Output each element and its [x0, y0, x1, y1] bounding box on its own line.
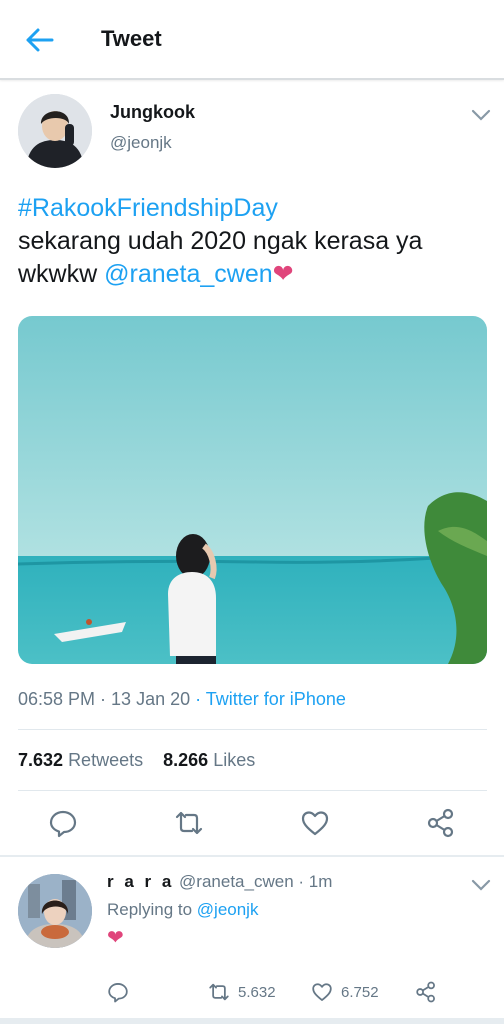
replying-to-label: Replying to [107, 900, 197, 919]
meta-separator: · [293, 872, 309, 891]
reply-age: 1m [308, 872, 333, 891]
hashtag-link[interactable]: #RakookFriendshipDay [18, 194, 278, 222]
divider [18, 729, 487, 730]
retweets-label: Retweets [68, 750, 144, 770]
share-icon[interactable] [426, 808, 456, 838]
retweet-icon[interactable] [174, 808, 204, 838]
chevron-down-icon[interactable] [470, 878, 492, 892]
meta-separator: · [190, 689, 206, 709]
likes-stat[interactable]: 8.266 Likes [163, 750, 255, 770]
likes-count: 8.266 [163, 750, 209, 770]
like-icon[interactable] [300, 808, 330, 838]
tweet-stats: 7.632 Retweets 8.266 Likes [18, 750, 255, 771]
section-divider [0, 855, 504, 857]
tweet-date: 13 Jan 20 [111, 689, 191, 709]
tweet-text-prefix: wkwkw [18, 260, 105, 288]
meta-separator: · [95, 689, 112, 709]
likes-label: Likes [213, 750, 256, 770]
retweets-count: 7.632 [18, 750, 64, 770]
arrow-left-icon[interactable] [22, 26, 56, 54]
reply-author-name[interactable]: r a r a [107, 872, 174, 891]
author-name[interactable]: Jungkook [110, 102, 195, 123]
retweet-icon [209, 983, 229, 1001]
reply-icon[interactable] [48, 808, 78, 838]
reply-avatar[interactable] [18, 874, 92, 948]
reply-header: r a r a @raneta_cwen · 1m [107, 872, 332, 892]
reply-reply-button[interactable] [107, 980, 129, 1004]
tweet-text: #RakookFriendshipDay sekarang udah 2020 … [18, 192, 488, 291]
replying-to-link[interactable]: @jeonjk [197, 900, 259, 919]
divider [18, 790, 487, 791]
reply-author-handle[interactable]: @raneta_cwen [179, 872, 294, 891]
chevron-down-icon[interactable] [470, 108, 492, 122]
reply-retweet-button[interactable]: 5.632 [208, 980, 276, 1004]
share-icon [416, 981, 435, 1003]
mention-link[interactable]: @raneta_cwen [104, 260, 273, 288]
author-avatar[interactable] [18, 94, 92, 168]
section-divider [0, 1018, 504, 1024]
reply-retweet-count: 5.632 [238, 983, 276, 1001]
tweet-source-link[interactable]: Twitter for iPhone [206, 689, 346, 709]
heart-emoji: ❤ [272, 260, 294, 288]
reply-like-count: 6.752 [341, 983, 379, 1001]
like-icon [312, 983, 332, 1001]
top-bar: Tweet [0, 0, 504, 80]
reply-icon [108, 983, 128, 1003]
tweet-photo[interactable] [18, 316, 487, 664]
replying-to: Replying to @jeonjk [107, 900, 258, 920]
tweet-text-line: sekarang udah 2020 ngak kerasa ya [18, 227, 423, 255]
heart-emoji: ❤ [107, 927, 124, 949]
author-handle[interactable]: @jeonjk [110, 133, 172, 153]
retweets-stat[interactable]: 7.632 Retweets [18, 750, 143, 770]
page-title: Tweet [101, 26, 162, 51]
tweet-meta: 06:58 PM · 13 Jan 20 · Twitter for iPhon… [18, 689, 346, 710]
reply-share-button[interactable] [415, 980, 437, 1004]
tweet-time: 06:58 PM [18, 689, 96, 709]
reply-like-button[interactable]: 6.752 [311, 980, 379, 1004]
